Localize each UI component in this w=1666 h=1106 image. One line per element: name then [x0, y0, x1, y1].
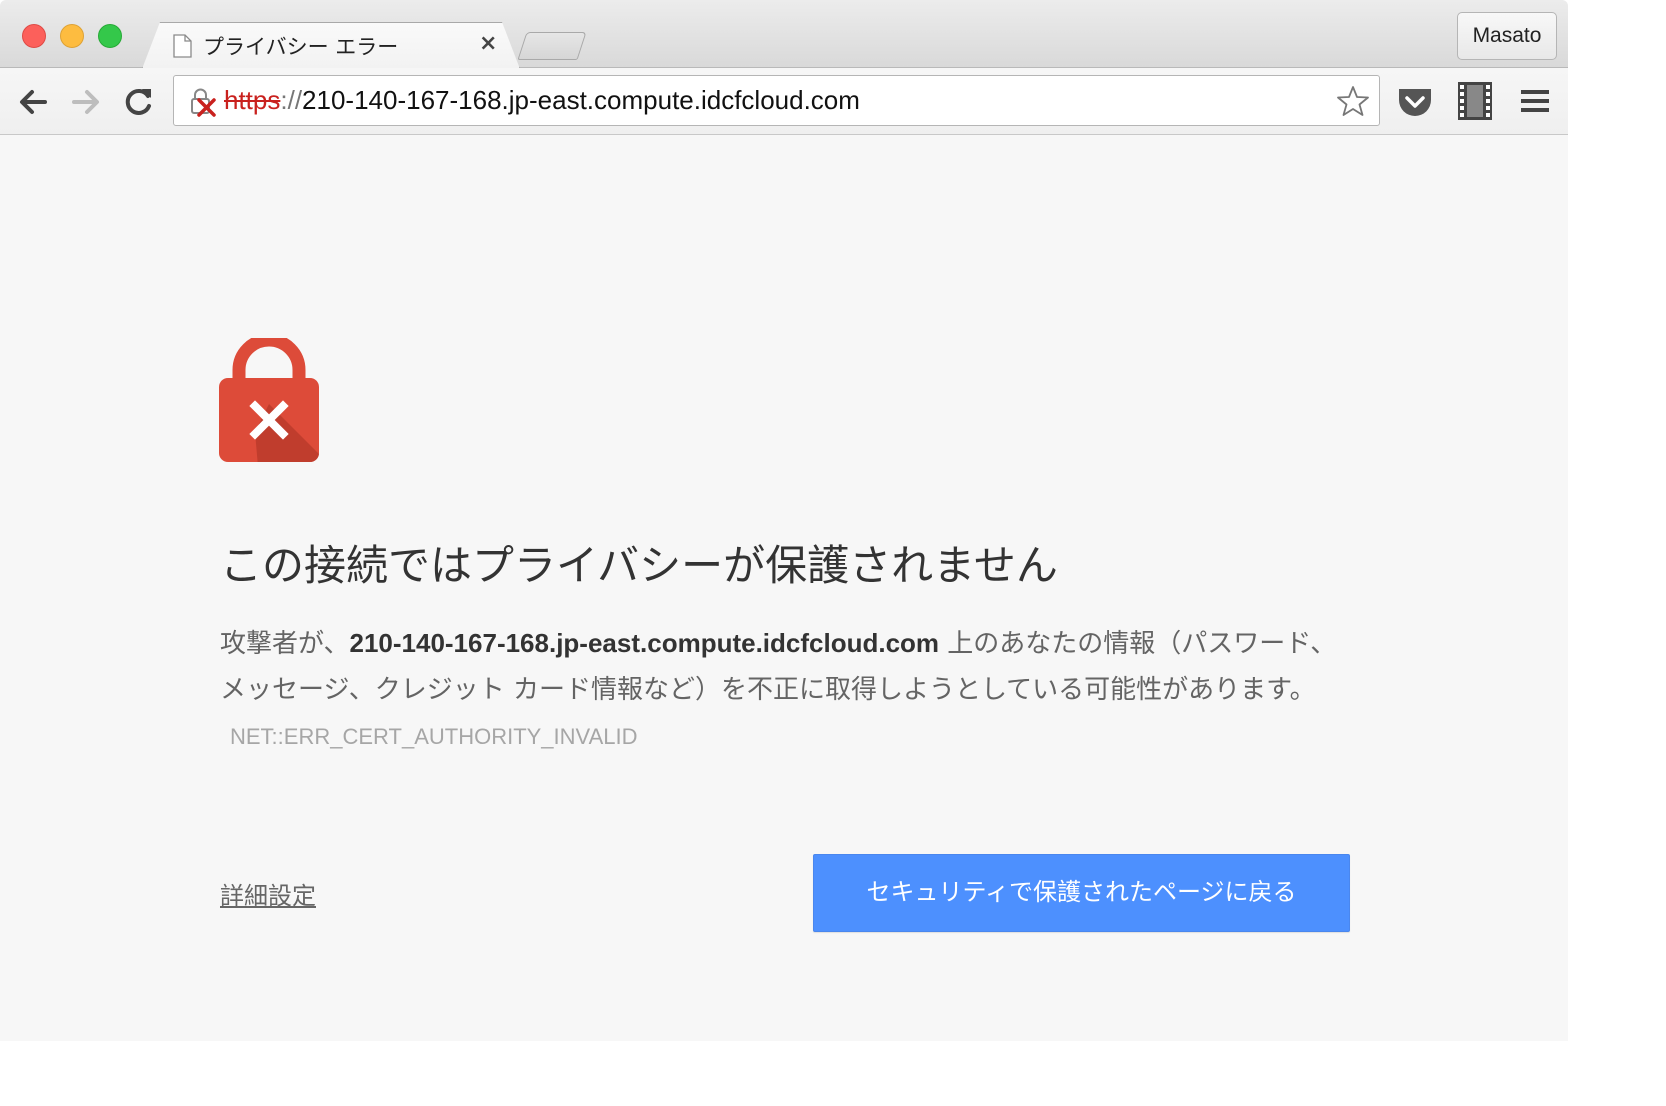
reload-icon[interactable]	[121, 84, 157, 120]
error-description: 攻撃者が、210-140-167-168.jp-east.compute.idc…	[220, 620, 1360, 760]
browser-window: プライバシー エラー × Masato https://210-140-167-…	[0, 0, 1568, 1041]
toolbar: https://210-140-167-168.jp-east.compute.…	[0, 68, 1568, 135]
window-zoom-button[interactable]	[98, 24, 122, 48]
hamburger-menu-icon[interactable]	[1520, 86, 1550, 116]
bookmark-star-icon[interactable]	[1336, 84, 1370, 118]
back-to-safety-button[interactable]: セキュリティで保護されたページに戻る	[813, 854, 1350, 932]
new-tab-button[interactable]	[517, 32, 587, 60]
window-close-button[interactable]	[22, 24, 46, 48]
error-code[interactable]: NET::ERR_CERT_AUTHORITY_INVALID	[230, 724, 638, 749]
tab-privacy-error-content: プライバシー エラー ×	[142, 22, 520, 69]
profile-button[interactable]: Masato	[1457, 12, 1557, 60]
window-minimize-button[interactable]	[60, 24, 84, 48]
tab-title: プライバシー エラー	[203, 35, 399, 59]
url-host: 210-140-167-168.jp-east.compute.idcfclou…	[302, 85, 860, 115]
url-separator: ://	[280, 85, 303, 115]
forward-arrow-icon[interactable]	[68, 84, 104, 120]
film-icon[interactable]	[1458, 82, 1492, 120]
interstitial-content: この接続ではプライバシーが保護されません 攻撃者が、210-140-167-16…	[0, 136, 1568, 1041]
red-lock-error-icon	[219, 338, 319, 462]
page-heading: この接続ではプライバシーが保護されません	[220, 541, 1058, 590]
tab-close-icon[interactable]: ×	[479, 31, 497, 57]
insecure-lock-icon[interactable]	[187, 87, 217, 117]
back-arrow-icon[interactable]	[15, 84, 51, 120]
tab-strip: プライバシー エラー × Masato	[0, 0, 1568, 69]
url-scheme: https	[224, 85, 281, 115]
address-bar[interactable]: https://210-140-167-168.jp-east.compute.…	[173, 75, 1380, 126]
description-host: 210-140-167-168.jp-east.compute.idcfclou…	[349, 628, 940, 658]
description-prefix: 攻撃者が、	[220, 629, 350, 659]
url-text[interactable]: https://210-140-167-168.jp-east.compute.…	[224, 85, 860, 116]
pocket-icon[interactable]	[1396, 83, 1434, 121]
page-icon	[173, 34, 192, 58]
advanced-link[interactable]: 詳細設定	[220, 876, 316, 911]
